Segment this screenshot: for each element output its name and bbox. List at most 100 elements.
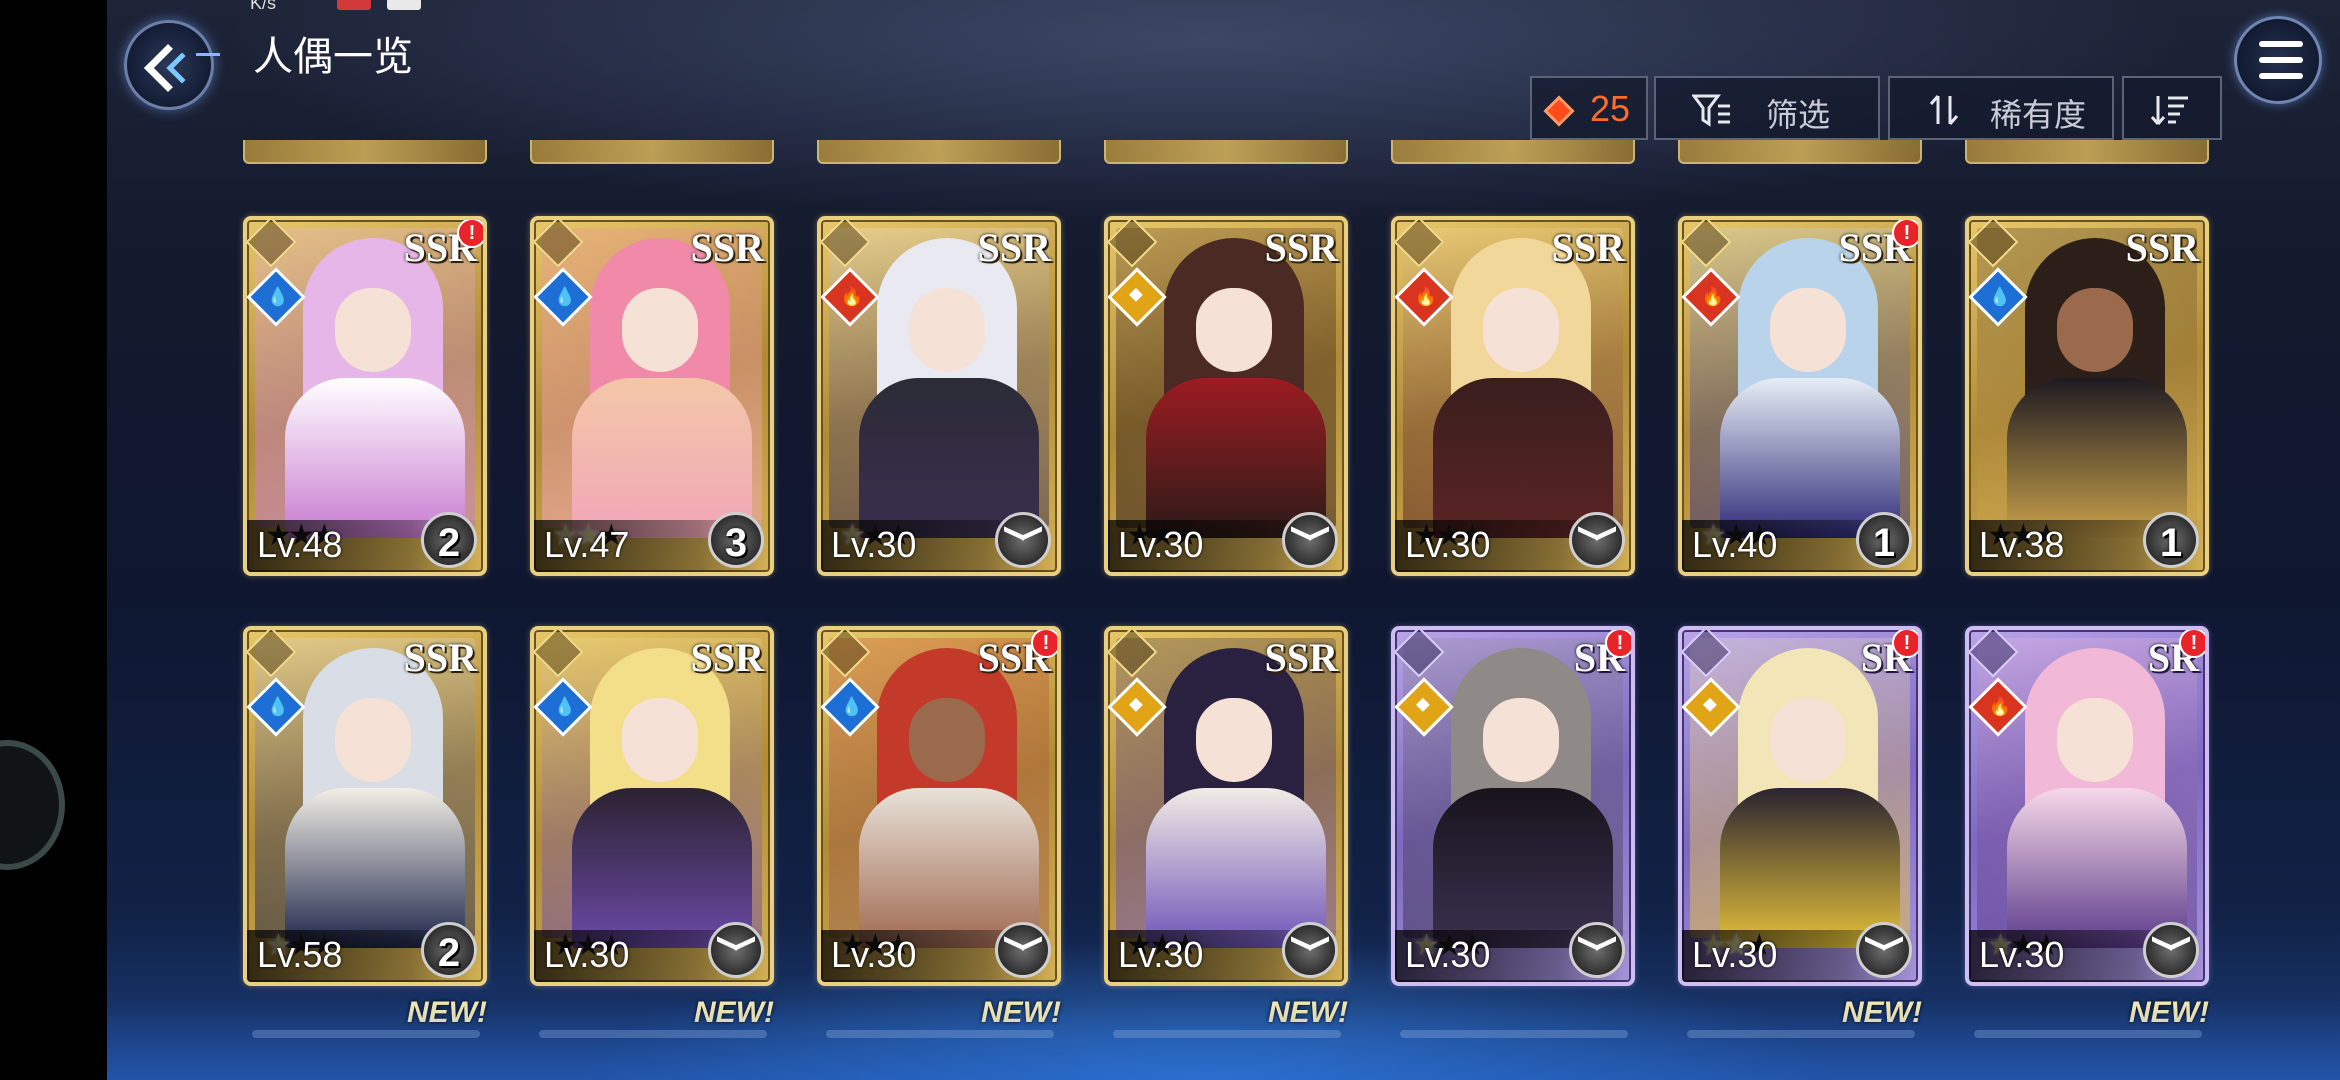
card-remnant[interactable] xyxy=(530,140,774,164)
doll-portrait xyxy=(1116,638,1336,948)
sort-rarity-button[interactable]: 稀有度 xyxy=(1888,76,2114,140)
card-remnant[interactable] xyxy=(1965,140,2209,164)
doll-card[interactable]: ◆SSR★★★Lv.30 xyxy=(1104,626,1348,986)
new-tag: NEW! xyxy=(694,996,774,1029)
alert-badge: ! xyxy=(1031,630,1057,658)
doll-portrait xyxy=(1977,228,2197,538)
doll-card[interactable]: 💧SSR!★★★Lv.30 xyxy=(817,626,1061,986)
doll-level: Lv.30 xyxy=(1405,934,1491,975)
doll-portrait xyxy=(542,228,762,538)
portrait-face xyxy=(1483,288,1559,372)
status-chip xyxy=(337,0,371,10)
doll-level: Lv.30 xyxy=(831,934,917,975)
wing-icon xyxy=(1291,526,1311,556)
doll-level: Lv.47 xyxy=(544,524,630,565)
filter-label: 筛选 xyxy=(1766,96,1831,134)
filter-button[interactable]: 筛选 xyxy=(1654,76,1880,140)
wing-icon xyxy=(1883,936,1903,966)
new-tag: NEW! xyxy=(981,996,1061,1029)
row-shadow xyxy=(1974,1030,2202,1038)
card-remnant[interactable] xyxy=(817,140,1061,164)
card-remnant[interactable] xyxy=(1678,140,1922,164)
card-remnant[interactable] xyxy=(243,140,487,164)
awaken-count: 2 xyxy=(437,521,461,565)
new-tag: NEW! xyxy=(407,996,487,1029)
alert-badge: ! xyxy=(2179,630,2205,658)
wing-icon xyxy=(1596,936,1616,966)
wing-emblem-icon xyxy=(1569,512,1625,568)
doll-level: Lv.30 xyxy=(1692,934,1778,975)
wing-icon xyxy=(1578,936,1598,966)
doll-portrait xyxy=(1690,228,1910,538)
doll-portrait xyxy=(1403,638,1623,948)
doll-card[interactable]: 💧SSR★★★Lv.30 xyxy=(530,626,774,986)
row-shadow xyxy=(1400,1030,1628,1038)
new-tag: NEW! xyxy=(1268,996,1348,1029)
doll-card[interactable]: 🔥SSR★★★Lv.30 xyxy=(817,216,1061,576)
wing-emblem-icon xyxy=(1856,922,1912,978)
doll-count: 25 xyxy=(1590,88,1631,129)
status-chip xyxy=(387,0,421,10)
wing-icon xyxy=(2170,936,2190,966)
wing-icon xyxy=(1004,526,1024,556)
doll-card[interactable]: 🔥SSR!★★★Lv.401 xyxy=(1678,216,1922,576)
portrait-face xyxy=(1196,698,1272,782)
rarity-label: SSR xyxy=(690,635,764,680)
awaken-count: 3 xyxy=(724,521,748,565)
awaken-count: 1 xyxy=(1872,521,1896,565)
rarity-label: SSR xyxy=(403,635,477,680)
page-title: 人偶一览 xyxy=(253,34,413,80)
wing-emblem-icon xyxy=(2143,922,2199,978)
doll-card[interactable]: 💧SSR★★★Lv.582 xyxy=(243,626,487,986)
doll-level: Lv.30 xyxy=(1979,934,2065,975)
doll-card[interactable]: 💧SSR!★★★Lv.482 xyxy=(243,216,487,576)
doll-portrait xyxy=(1116,228,1336,538)
doll-card[interactable]: ◆SR!★★★Lv.30 xyxy=(1678,626,1922,986)
sort-order-button[interactable] xyxy=(2122,76,2222,140)
wing-emblem-icon xyxy=(995,922,1051,978)
wing-icon xyxy=(735,936,755,966)
rarity-label: SSR xyxy=(2125,225,2199,270)
doll-card[interactable]: 💧SSR★★★Lv.381 xyxy=(1965,216,2209,576)
doll-card[interactable]: ◆SSR★★★Lv.30 xyxy=(1104,216,1348,576)
menu-button[interactable] xyxy=(2234,16,2322,104)
portrait-face xyxy=(335,698,411,782)
wing-emblem-icon xyxy=(1569,922,1625,978)
doll-portrait xyxy=(255,638,475,948)
doll-level: Lv.30 xyxy=(1405,524,1491,565)
awaken-count-badge: 3 xyxy=(708,512,764,568)
card-remnant[interactable] xyxy=(1391,140,1635,164)
wing-emblem-icon xyxy=(995,512,1051,568)
rarity-label: SSR xyxy=(690,225,764,270)
portrait-face xyxy=(1483,698,1559,782)
network-speed: K/s xyxy=(250,0,277,13)
back-button-line xyxy=(196,53,220,56)
wing-icon xyxy=(1309,936,1329,966)
portrait-face xyxy=(1770,698,1846,782)
row-shadow xyxy=(252,1030,480,1038)
portrait-face xyxy=(622,698,698,782)
row-shadow xyxy=(1113,1030,1341,1038)
device-bezel xyxy=(0,0,107,1080)
portrait-face xyxy=(909,698,985,782)
doll-portrait xyxy=(542,638,762,948)
doll-card[interactable]: 💧SSR★★★Lv.473 xyxy=(530,216,774,576)
doll-level: Lv.38 xyxy=(1979,524,2065,565)
doll-card[interactable]: 🔥SR!★★★Lv.30 xyxy=(1965,626,2209,986)
awaken-count-badge: 1 xyxy=(2143,512,2199,568)
wing-icon xyxy=(1004,936,1024,966)
awaken-count-badge: 2 xyxy=(421,922,477,978)
doll-card[interactable]: ◆SR!★★★Lv.30 xyxy=(1391,626,1635,986)
awaken-count: 2 xyxy=(437,931,461,975)
card-remnant[interactable] xyxy=(1104,140,1348,164)
row-shadow xyxy=(826,1030,1054,1038)
doll-level: Lv.30 xyxy=(831,524,917,565)
wing-icon xyxy=(2152,936,2172,966)
back-button[interactable] xyxy=(124,20,214,110)
doll-card[interactable]: 🔥SSR★★★Lv.30 xyxy=(1391,216,1635,576)
doll-portrait xyxy=(1977,638,2197,948)
new-tag: NEW! xyxy=(2129,996,2209,1029)
rarity-label: SSR xyxy=(977,225,1051,270)
alert-badge: ! xyxy=(1892,220,1918,248)
doll-portrait xyxy=(1403,228,1623,538)
